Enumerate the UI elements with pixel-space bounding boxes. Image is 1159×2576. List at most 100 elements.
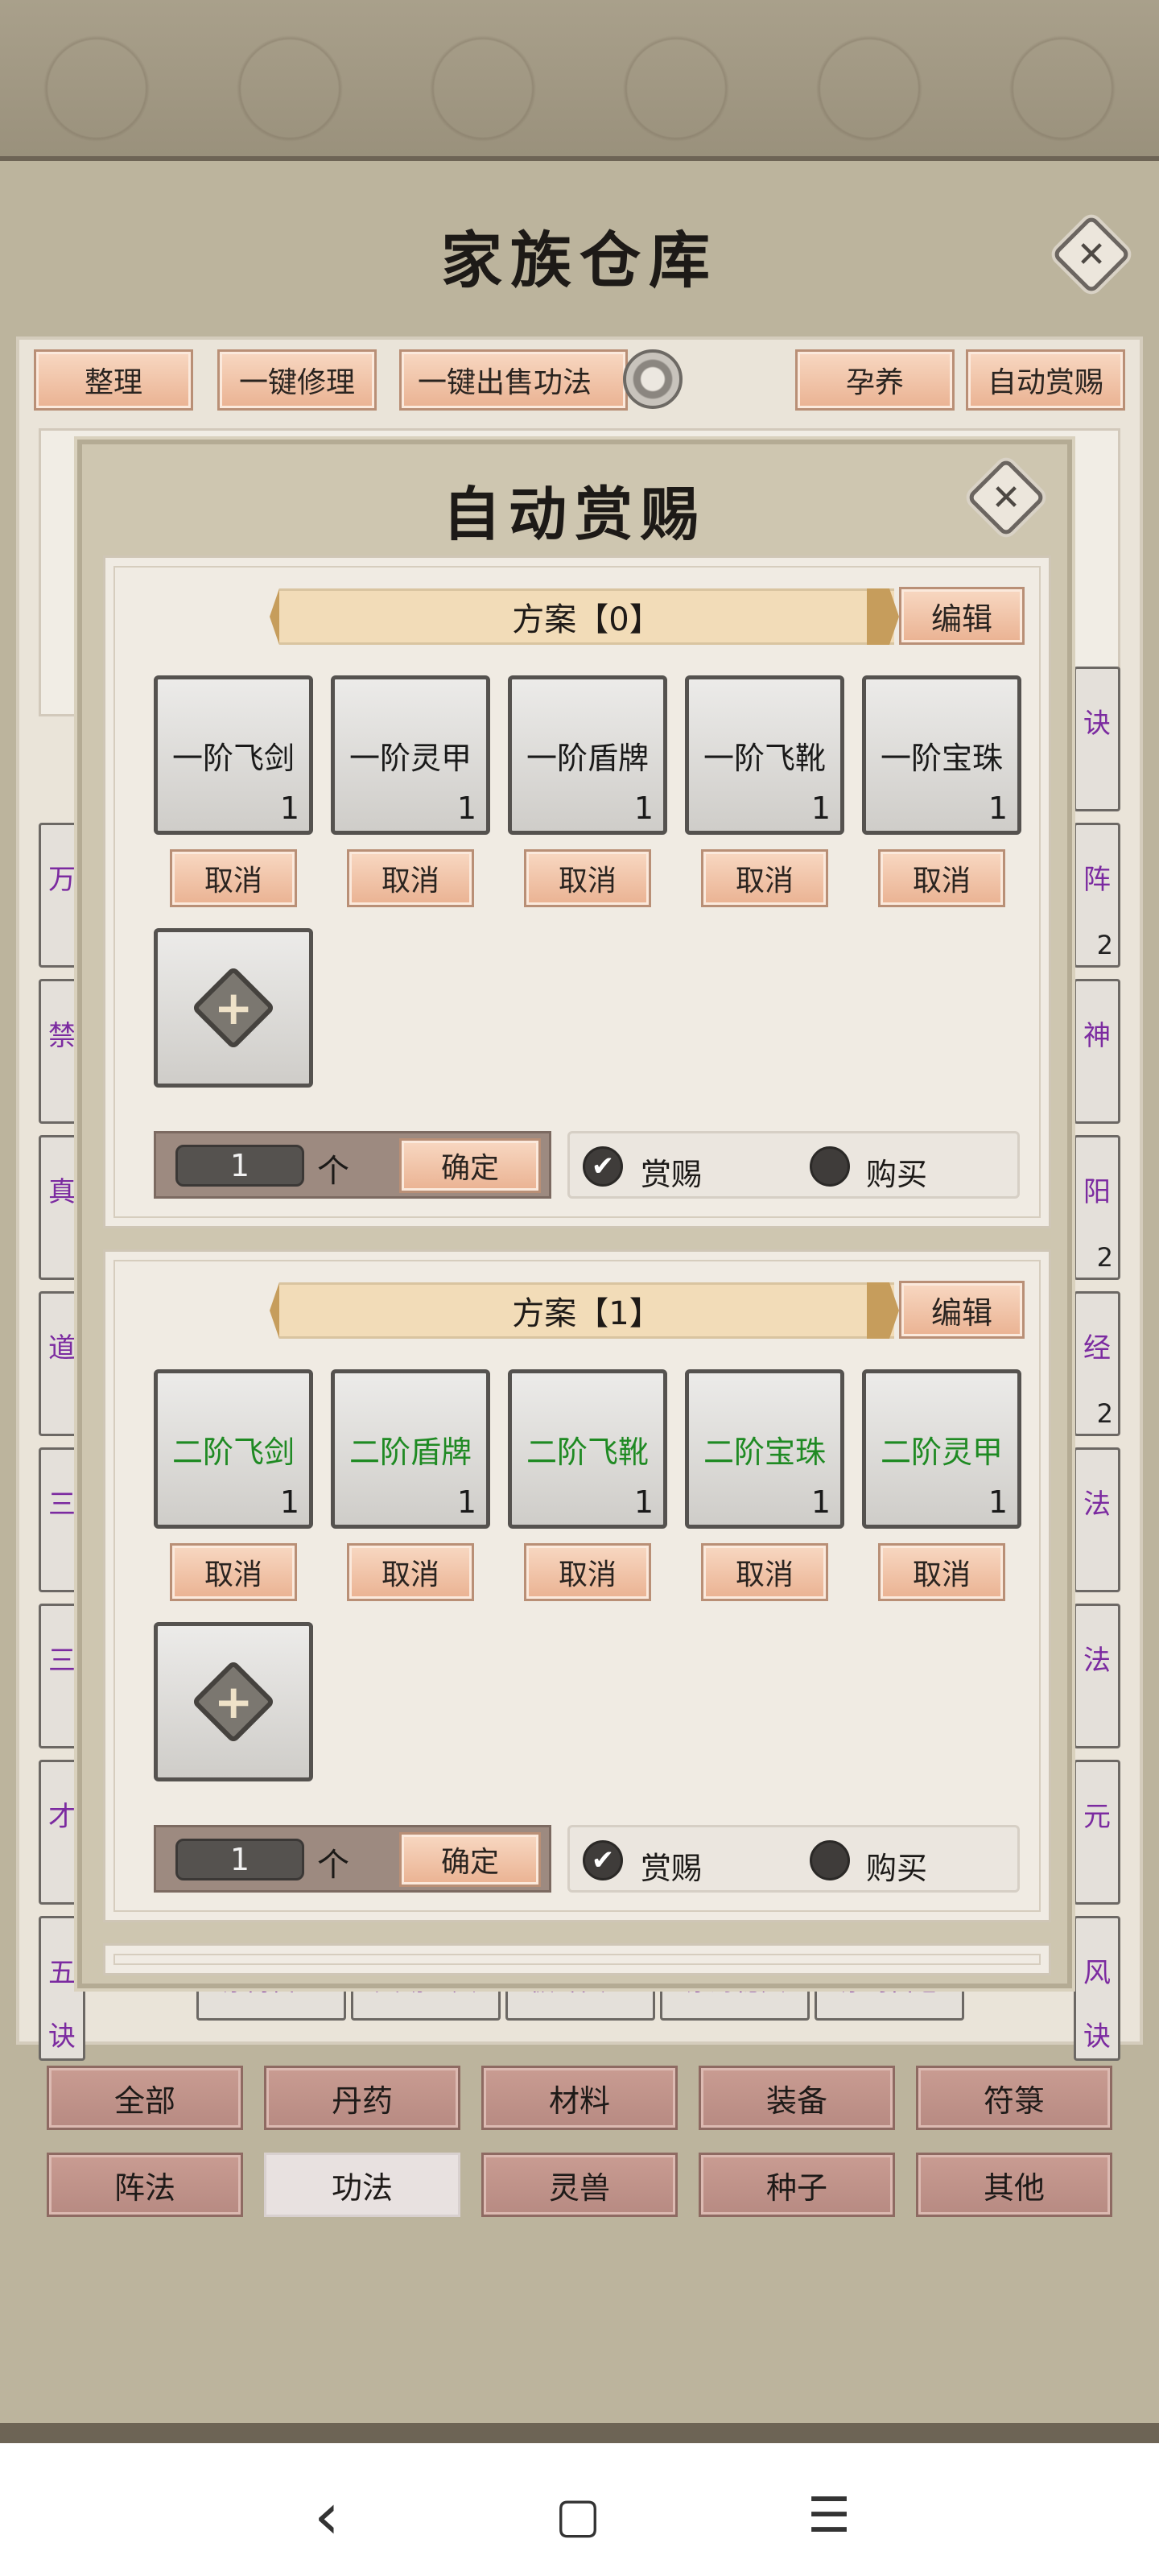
item-label: 阵 [1083,864,1111,896]
buy-mode-label[interactable]: 购买 [866,1843,927,1888]
item-label: 才 [48,1801,76,1833]
category-tab[interactable]: 丹药 [264,2066,460,2130]
auto-reward-modal: 自动赏赐 ✕ 方案【0】 编辑 一阶飞剑 1 取消 一阶灵甲 1 取消 一阶盾牌 1 取消 一阶飞靴 1… [77,440,1072,1988]
reward-item-label: 一阶宝珠 [880,740,1003,776]
cancel-item-button[interactable]: 取消 [170,1543,297,1601]
inventory-item-right[interactable]: 诀 [1074,667,1120,811]
warehouse-close-button[interactable]: ✕ [1051,214,1132,295]
reward-item-label: 二阶飞剑 [171,1434,295,1470]
quantity-unit: 个 [317,1847,349,1884]
reward-item-slot[interactable]: 二阶飞剑 1 [154,1369,313,1529]
add-item-button[interactable]: + [154,928,313,1088]
modal-close-button[interactable]: ✕ [966,457,1046,538]
item-label: 神 [1083,1020,1111,1052]
item-sublabel: 诀 [48,2021,76,2053]
reward-item-label: 一阶飞剑 [171,740,295,776]
reward-item-count: 1 [810,1484,831,1520]
reward-mode-label[interactable]: 赏赐 [641,1843,702,1888]
organize-button[interactable]: 整理 [34,349,193,411]
reward-item-slot[interactable]: 一阶灵甲 1 [331,675,490,835]
item-label: 禁 [48,1020,76,1052]
confirm-quantity-button[interactable]: 确定 [399,1832,541,1887]
item-label: 法 [1083,1645,1111,1677]
item-sublabel: 诀 [1083,2021,1111,2053]
next-scheme-arrow-icon[interactable] [867,1282,899,1339]
cancel-item-button[interactable]: 取消 [170,849,297,907]
item-label: 阳 [1083,1176,1111,1208]
buy-mode-radio[interactable] [810,1146,850,1187]
reward-item-slot[interactable]: 二阶宝珠 1 [685,1369,844,1529]
item-count: 2 [1096,1242,1113,1273]
item-label: 三 [48,1645,76,1677]
close-icon: ✕ [991,477,1021,518]
cancel-item-button[interactable]: 取消 [347,1543,474,1601]
category-tab[interactable]: 种子 [699,2153,895,2217]
reward-item-slot[interactable]: 二阶飞靴 1 [508,1369,667,1529]
category-tab[interactable]: 材料 [481,2066,678,2130]
reward-mode-radio[interactable]: ✔ [583,1840,623,1880]
item-count: 2 [1096,1398,1113,1429]
confirm-quantity-button[interactable]: 确定 [399,1138,541,1193]
reward-mode-radio[interactable]: ✔ [583,1146,623,1187]
inventory-item-right[interactable]: 阵2 [1074,823,1120,968]
reward-item-slot[interactable]: 一阶飞剑 1 [154,675,313,835]
back-icon[interactable]: ‹ [287,2475,367,2556]
item-label: 三 [48,1488,76,1521]
home-icon[interactable]: ▢ [538,2475,618,2556]
edit-scheme-button[interactable]: 编辑 [899,587,1025,645]
cancel-item-button[interactable]: 取消 [878,1543,1005,1601]
reward-item-slot[interactable]: 一阶宝珠 1 [862,675,1021,835]
cancel-item-button[interactable]: 取消 [701,1543,828,1601]
quantity-input[interactable]: 1 [175,1145,304,1187]
add-item-button[interactable]: + [154,1622,313,1781]
reward-item-slot[interactable]: 一阶飞靴 1 [685,675,844,835]
category-tab[interactable]: 功法 [264,2153,460,2217]
inventory-item-right[interactable]: 神 [1074,979,1120,1124]
category-tab[interactable]: 装备 [699,2066,895,2130]
reward-mode-label[interactable]: 赏赐 [641,1150,702,1194]
gear-icon[interactable] [623,349,683,409]
inventory-item-right[interactable]: 法 [1074,1604,1120,1748]
category-tab[interactable]: 符箓 [916,2066,1112,2130]
reward-item-slot[interactable]: 一阶盾牌 1 [508,675,667,835]
repair-all-button[interactable]: 一键修理 [217,349,377,411]
reward-scheme-panel: 方案【1】 编辑 二阶飞剑 1 取消 二阶盾牌 1 取消 二阶飞靴 1 取消 二阶宝珠 1 取消 二阶灵甲 1… [103,1249,1051,1922]
reward-item-label: 二阶灵甲 [880,1434,1003,1470]
edit-scheme-button[interactable]: 编辑 [899,1281,1025,1339]
reward-scheme-panel-partial [103,1943,1051,1975]
cancel-item-button[interactable]: 取消 [524,1543,651,1601]
category-tab[interactable]: 其他 [916,2153,1112,2217]
cancel-item-button[interactable]: 取消 [878,849,1005,907]
item-label: 经 [1083,1332,1111,1364]
reward-item-slot[interactable]: 二阶盾牌 1 [331,1369,490,1529]
item-label: 道 [48,1332,76,1364]
reward-item-label: 二阶宝珠 [703,1434,826,1470]
category-tab[interactable]: 全部 [47,2066,243,2130]
reward-item-label: 二阶飞靴 [526,1434,649,1470]
auto-reward-button[interactable]: 自动赏赐 [966,349,1125,411]
cancel-item-button[interactable]: 取消 [524,849,651,907]
cancel-item-button[interactable]: 取消 [347,849,474,907]
sell-techniques-button[interactable]: 一键出售功法 [399,349,628,411]
quantity-input[interactable]: 1 [175,1839,304,1880]
inventory-item-right[interactable]: 经2 [1074,1291,1120,1436]
reward-item-label: 二阶盾牌 [349,1434,472,1470]
reward-mode-selector: ✔ 赏赐 购买 [567,1131,1020,1199]
buy-mode-label[interactable]: 购买 [866,1150,927,1194]
inventory-item-right[interactable]: 元 [1074,1760,1120,1905]
menu-icon[interactable]: ☰ [789,2475,869,2556]
plus-glyph: + [213,1674,254,1729]
category-tab[interactable]: 灵兽 [481,2153,678,2217]
next-scheme-arrow-icon[interactable] [867,588,899,645]
inventory-item-right[interactable]: 风诀 [1074,1916,1120,2061]
category-tab[interactable]: 阵法 [47,2153,243,2217]
plus-glyph: + [213,980,254,1035]
inventory-item-right[interactable]: 阳2 [1074,1135,1120,1280]
sell-techniques-label: 一键出售功法 [418,366,592,399]
item-label: 风 [1083,1957,1111,1989]
nurture-button[interactable]: 孕养 [795,349,955,411]
cancel-item-button[interactable]: 取消 [701,849,828,907]
reward-item-slot[interactable]: 二阶灵甲 1 [862,1369,1021,1529]
inventory-item-right[interactable]: 法 [1074,1447,1120,1592]
buy-mode-radio[interactable] [810,1840,850,1880]
